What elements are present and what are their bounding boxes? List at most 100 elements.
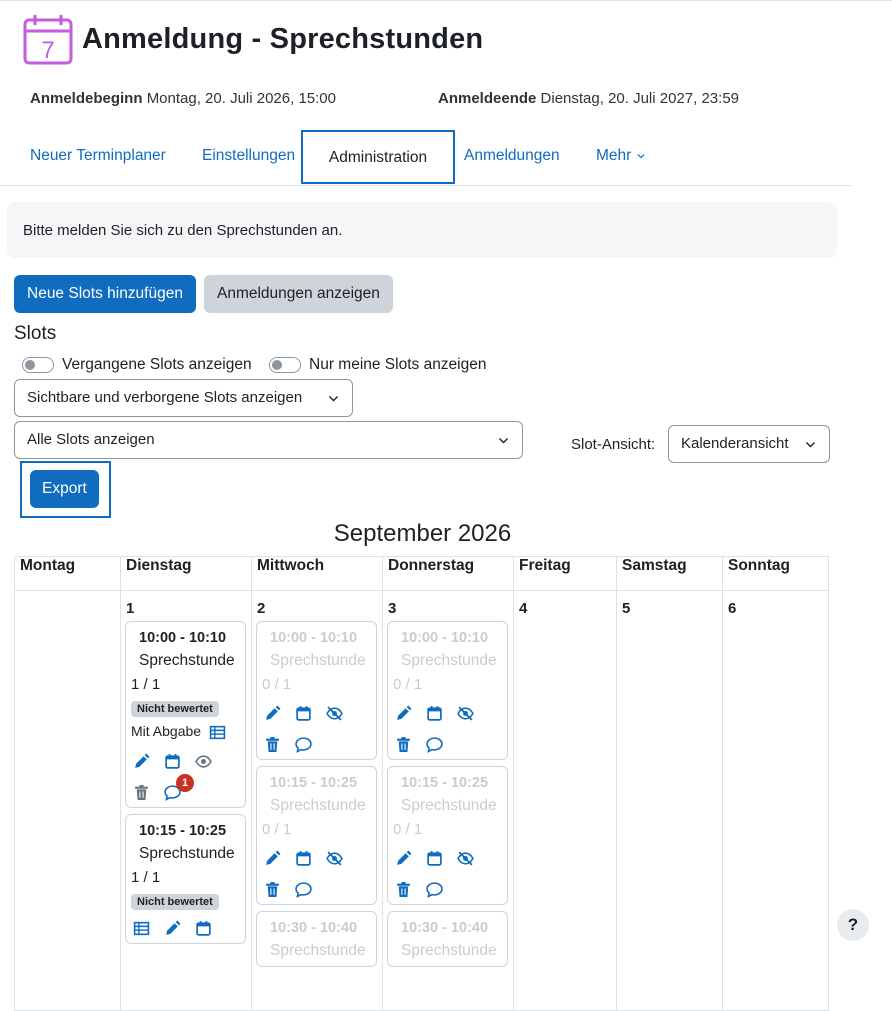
past-slots-toggle[interactable] [22, 357, 54, 373]
slot-card[interactable]: 10:00 - 10:10 Sprechstunde 1 / 1 Nicht b… [125, 621, 246, 808]
add-slots-button[interactable]: Neue Slots hinzufügen [14, 275, 196, 313]
weekday-header: Mittwoch [251, 556, 383, 591]
export-button[interactable]: Export [30, 470, 99, 508]
edit-pencil-icon[interactable] [164, 920, 181, 937]
slot-capacity: 0 / 1 [393, 676, 423, 693]
calendar-icon[interactable] [195, 920, 212, 937]
eye-slash-icon[interactable] [326, 850, 343, 867]
tab-administration[interactable]: Administration [301, 130, 455, 184]
slot-card[interactable]: 10:15 - 10:25 Sprechstunde 0 / 1 [387, 766, 508, 905]
intro-box: Bitte melden Sie sich zu den Sprechstund… [7, 202, 837, 258]
slot-card[interactable]: 10:00 - 10:10 Sprechstunde 0 / 1 [387, 621, 508, 760]
registration-end-label: Anmeldeende [438, 90, 537, 107]
edit-pencil-icon[interactable] [395, 705, 412, 722]
page-title: Anmeldung - Sprechstunden [82, 23, 484, 55]
comment-icon[interactable] [426, 881, 443, 898]
calendar-icon[interactable] [426, 705, 443, 722]
visibility-select[interactable]: Sichtbare und verborgene Slots anzeigen [14, 379, 353, 417]
trash-icon[interactable] [133, 784, 150, 801]
chevron-down-icon [327, 380, 340, 416]
eye-slash-icon[interactable] [457, 850, 474, 867]
slot-actions [262, 850, 370, 867]
scheduler-calendar-icon: 7 [22, 14, 74, 66]
my-slots-toggle[interactable] [269, 357, 301, 373]
slot-card[interactable]: 10:15 - 10:25 Sprechstunde 0 / 1 [256, 766, 377, 905]
slot-actions [393, 850, 501, 867]
tab-neuer-terminplaner[interactable]: Neuer Terminplaner [30, 130, 166, 184]
day-number: 4 [519, 600, 528, 617]
day-cell: 4 [513, 590, 617, 1011]
edit-pencil-icon[interactable] [264, 850, 281, 867]
weekday-header: Sonntag [722, 556, 829, 591]
weekday-header: Freitag [513, 556, 617, 591]
calendar-icon[interactable] [426, 850, 443, 867]
chevron-down-icon [497, 422, 510, 458]
table-icon[interactable] [209, 724, 226, 741]
help-button[interactable]: ? [837, 909, 869, 941]
calendar-icon[interactable] [295, 850, 312, 867]
trash-icon[interactable] [395, 881, 412, 898]
slot-actions-row2 [262, 881, 370, 898]
show-bookings-button[interactable]: Anmeldungen anzeigen [204, 275, 393, 313]
slot-time: 10:30 - 10:40 [270, 920, 358, 936]
comment-icon[interactable] [295, 736, 312, 753]
trash-icon[interactable] [264, 736, 281, 753]
eye-icon[interactable] [195, 753, 212, 770]
chevron-down-icon [804, 426, 817, 462]
day-cell-empty [14, 590, 121, 1011]
slot-card[interactable]: 10:30 - 10:40 Sprechstunde [256, 911, 377, 967]
comment-icon[interactable] [426, 736, 443, 753]
slot-time: 10:15 - 10:25 [401, 775, 489, 791]
slot-name: Sprechstunde [401, 942, 497, 959]
tab-anmeldungen[interactable]: Anmeldungen [464, 130, 560, 184]
chevron-down-icon [636, 151, 646, 161]
slot-name: Sprechstunde [270, 652, 366, 669]
slot-view-select[interactable]: Kalenderansicht [668, 425, 830, 463]
calendar-icon[interactable] [295, 705, 312, 722]
edit-pencil-icon[interactable] [133, 753, 150, 770]
edit-pencil-icon[interactable] [264, 705, 281, 722]
slot-capacity: 0 / 1 [393, 821, 423, 838]
slot-card[interactable]: 10:30 - 10:40 Sprechstunde [387, 911, 508, 967]
slot-actions-row2 [393, 736, 501, 753]
slot-actions-row2 [393, 881, 501, 898]
slot-capacity: 1 / 1 [131, 676, 161, 693]
slot-actions [131, 920, 239, 937]
weekday-header: Samstag [616, 556, 723, 591]
slot-time: 10:15 - 10:25 [139, 822, 227, 839]
slot-actions [262, 705, 370, 722]
slot-view-label: Slot-Ansicht: [571, 436, 656, 453]
slot-name: Sprechstunde [139, 844, 235, 862]
slot-capacity: 0 / 1 [262, 821, 292, 838]
day-number: 3 [388, 600, 397, 617]
calendar-week-row: 1 10:00 - 10:10 Sprechstunde 1 / 1 Nicht… [14, 590, 829, 1011]
submission-label: Mit Abgabe [131, 723, 202, 739]
edit-pencil-icon[interactable] [395, 850, 412, 867]
slot-card[interactable]: 10:15 - 10:25 Sprechstunde 1 / 1 Nicht b… [125, 813, 246, 944]
slot-card[interactable]: 10:00 - 10:10 Sprechstunde 0 / 1 [256, 621, 377, 760]
trash-icon[interactable] [264, 881, 281, 898]
comment-icon[interactable]: 1 [164, 773, 194, 801]
slot-name: Sprechstunde [139, 652, 235, 669]
slot-actions-row2: 1 [131, 773, 239, 801]
slot-filter-select-value: Alle Slots anzeigen [27, 431, 155, 448]
weekday-header: Dienstag [120, 556, 252, 591]
top-divider [0, 0, 892, 1]
registration-start-value: Montag, 20. Juli 2026, 15:00 [146, 90, 336, 107]
slot-name: Sprechstunde [401, 652, 497, 669]
day-cell: 6 [722, 590, 829, 1011]
registration-end: Anmeldeende Dienstag, 20. Juli 2027, 23:… [438, 90, 739, 107]
day-number: 6 [728, 600, 737, 617]
calendar-icon[interactable] [164, 753, 181, 770]
grading-status-badge: Nicht bewertet [131, 893, 219, 910]
eye-slash-icon[interactable] [457, 705, 474, 722]
slot-filter-select[interactable]: Alle Slots anzeigen [14, 421, 523, 459]
comment-icon[interactable] [295, 881, 312, 898]
eye-slash-icon[interactable] [326, 705, 343, 722]
tab-einstellungen[interactable]: Einstellungen [202, 130, 295, 184]
tab-mehr[interactable]: Mehr [596, 130, 646, 184]
trash-icon[interactable] [395, 736, 412, 753]
table-icon[interactable] [133, 920, 150, 937]
slot-name: Sprechstunde [270, 797, 366, 814]
weekday-header: Donnerstag [382, 556, 514, 591]
